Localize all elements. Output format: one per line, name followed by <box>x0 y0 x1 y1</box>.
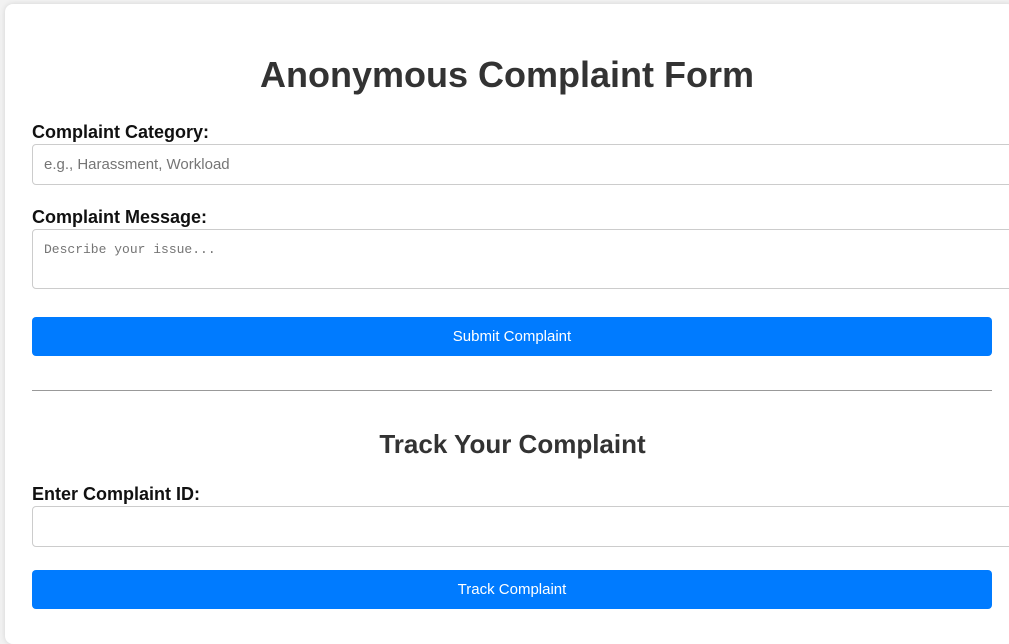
complaint-id-label: Enter Complaint ID: <box>32 484 201 504</box>
message-label: Complaint Message: <box>32 207 208 227</box>
submit-complaint-button[interactable]: Submit Complaint <box>32 317 992 356</box>
complaint-id-input[interactable] <box>32 506 1009 547</box>
category-input[interactable] <box>32 144 1009 185</box>
track-section-title: Track Your Complaint <box>379 429 646 459</box>
complaint-card: Anonymous Complaint Form Complaint Categ… <box>5 4 1009 644</box>
page-title: Anonymous Complaint Form <box>260 54 754 95</box>
message-textarea[interactable] <box>32 229 1009 289</box>
track-complaint-button[interactable]: Track Complaint <box>32 570 992 609</box>
category-label: Complaint Category: <box>32 122 210 142</box>
section-divider <box>32 390 992 391</box>
